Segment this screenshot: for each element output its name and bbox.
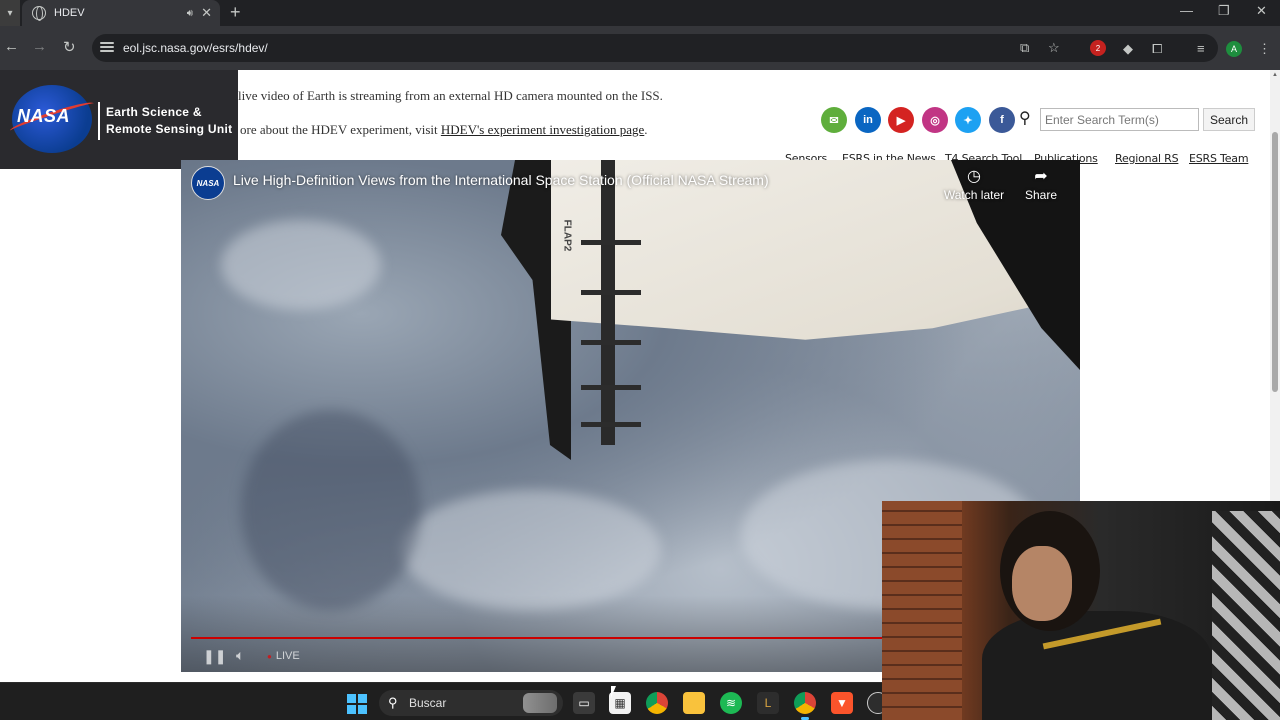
clock-icon: ◷ xyxy=(967,168,981,185)
logo-divider xyxy=(98,102,100,140)
iss-truss-rung xyxy=(581,340,641,345)
flap-label: FLAP2 xyxy=(561,219,573,252)
iss-truss-rung xyxy=(581,422,641,427)
screen: ▾ HDEV 🔊︎ ✕ + — ❐ ✕ ← → ↻ eol.jsc.nasa.g… xyxy=(0,0,1280,720)
volume-icon[interactable]: 🔈︎ xyxy=(236,647,244,664)
site-search-button[interactable]: Search xyxy=(1203,108,1255,131)
taskbar-search-text: Buscar xyxy=(409,696,447,710)
person-face xyxy=(1012,546,1072,621)
browser-toolbar: ← → ↻ eol.jsc.nasa.gov/esrs/hdev/ ⧉ ☆ 2 … xyxy=(0,26,1280,70)
iss-truss xyxy=(601,160,615,445)
forward-icon[interactable]: → xyxy=(32,38,47,55)
intro-text-prefix: ore about the HDEV experiment, visit xyxy=(240,122,441,137)
intro-text-line2: ore about the HDEV experiment, visit HDE… xyxy=(240,122,648,138)
cloud-shadow xyxy=(241,410,421,610)
hdev-investigation-link[interactable]: HDEV's experiment investigation page xyxy=(441,122,644,137)
youtube-icon[interactable]: ▶ xyxy=(888,107,914,133)
share-button[interactable]: ➦ Share xyxy=(1006,166,1076,202)
pause-icon[interactable]: ❚❚ xyxy=(203,648,226,665)
spotify-icon[interactable]: ≋ xyxy=(720,692,742,714)
nav-esrs-team[interactable]: ESRS Team xyxy=(1189,152,1249,170)
menu-dots-icon[interactable]: ⋮ xyxy=(1258,41,1271,57)
file-explorer-icon[interactable] xyxy=(683,692,705,714)
share-label: Share xyxy=(1024,188,1058,202)
taskbar-search-box[interactable]: ⚲ Buscar xyxy=(379,690,563,716)
back-icon[interactable]: ← xyxy=(4,38,19,55)
extensions-puzzle-icon[interactable]: ⧠ xyxy=(1152,41,1162,57)
share-arrow-icon: ➦ xyxy=(1034,168,1048,185)
url-text[interactable]: eol.jsc.nasa.gov/esrs/hdev/ xyxy=(123,41,268,55)
unit-name-line1: Earth Science & xyxy=(106,105,202,119)
close-tab-icon[interactable]: ✕ xyxy=(201,5,212,21)
speaker-icon[interactable]: 🔊︎ xyxy=(187,8,193,19)
blanket xyxy=(1212,511,1280,720)
watch-later-label: Watch later xyxy=(943,188,1005,202)
new-tab-button[interactable]: + xyxy=(230,2,241,23)
scrollbar-thumb[interactable] xyxy=(1272,132,1278,392)
brave-icon[interactable]: ▼ xyxy=(831,692,853,714)
iss-truss-rung xyxy=(581,240,641,245)
iss-truss-rung xyxy=(581,385,641,390)
tab-search-button[interactable]: ▾ xyxy=(0,0,20,26)
task-view-icon[interactable]: ▭ xyxy=(573,692,595,714)
instagram-icon[interactable]: ◎ xyxy=(922,107,948,133)
close-window-button[interactable]: ✕ xyxy=(1256,3,1267,19)
twitter-icon[interactable]: ✦ xyxy=(955,107,981,133)
email-icon[interactable]: ✉ xyxy=(821,107,847,133)
iss-truss-rung xyxy=(581,290,641,295)
tab-strip: ▾ HDEV 🔊︎ ✕ + — ❐ ✕ xyxy=(0,0,1280,26)
brick-wall xyxy=(882,501,962,720)
media-control-icon[interactable]: ≡ xyxy=(1197,41,1205,56)
translate-icon[interactable]: ⧉ xyxy=(1020,40,1029,56)
profile-avatar[interactable]: A xyxy=(1226,41,1242,57)
app-icon[interactable]: L xyxy=(757,692,779,714)
facebook-icon[interactable]: f xyxy=(989,107,1015,133)
search-icon: ⚲ xyxy=(1019,110,1031,127)
webcam-overlay xyxy=(882,501,1280,720)
mouse-cursor xyxy=(611,686,616,698)
scroll-up-icon[interactable]: ▲ xyxy=(1272,72,1278,78)
search-highlight-icon xyxy=(523,693,557,713)
address-bar[interactable]: eol.jsc.nasa.gov/esrs/hdev/ ⧉ ☆ xyxy=(92,34,1218,62)
nav-regional-rs[interactable]: Regional RS xyxy=(1115,152,1179,170)
intro-text-line1: live video of Earth is streaming from an… xyxy=(238,88,663,103)
bookmark-star-icon[interactable]: ☆ xyxy=(1048,40,1060,56)
minimize-button[interactable]: — xyxy=(1180,3,1193,18)
chrome-icon[interactable] xyxy=(646,692,668,714)
video-title[interactable]: Live High-Definition Views from the Inte… xyxy=(233,172,769,188)
site-info-icon[interactable] xyxy=(100,40,114,54)
reload-icon[interactable]: ↻ xyxy=(63,38,76,56)
unit-name-line2: Remote Sensing Unit xyxy=(106,122,233,136)
site-search-input[interactable] xyxy=(1040,108,1199,131)
channel-avatar[interactable]: NASA xyxy=(191,166,225,200)
extension-badge-icon[interactable]: 2 xyxy=(1090,40,1106,56)
windows-start-icon[interactable] xyxy=(347,694,367,714)
person-body xyxy=(982,611,1212,720)
windows-taskbar: ⚲ Buscar ▭ ▦ ≋ L ▼ xyxy=(0,682,889,720)
tab-hdev[interactable]: HDEV 🔊︎ ✕ xyxy=(22,0,220,26)
extension-diamond-icon[interactable]: ◆ xyxy=(1123,41,1133,57)
watch-later-button[interactable]: ◷ Watch later xyxy=(939,166,1009,202)
search-icon: ⚲ xyxy=(388,695,398,710)
cloud-region xyxy=(401,490,661,610)
globe-icon xyxy=(32,6,46,21)
cloud-region xyxy=(221,220,381,310)
live-indicator[interactable]: LIVE xyxy=(267,650,300,662)
intro-text-suffix: . xyxy=(644,122,648,137)
chrome-profile-icon[interactable] xyxy=(794,692,816,714)
restore-button[interactable]: ❐ xyxy=(1218,3,1230,19)
nasa-logo-text: NASA xyxy=(17,106,71,126)
linkedin-icon[interactable]: in xyxy=(855,107,881,133)
tab-title: HDEV xyxy=(54,7,85,19)
